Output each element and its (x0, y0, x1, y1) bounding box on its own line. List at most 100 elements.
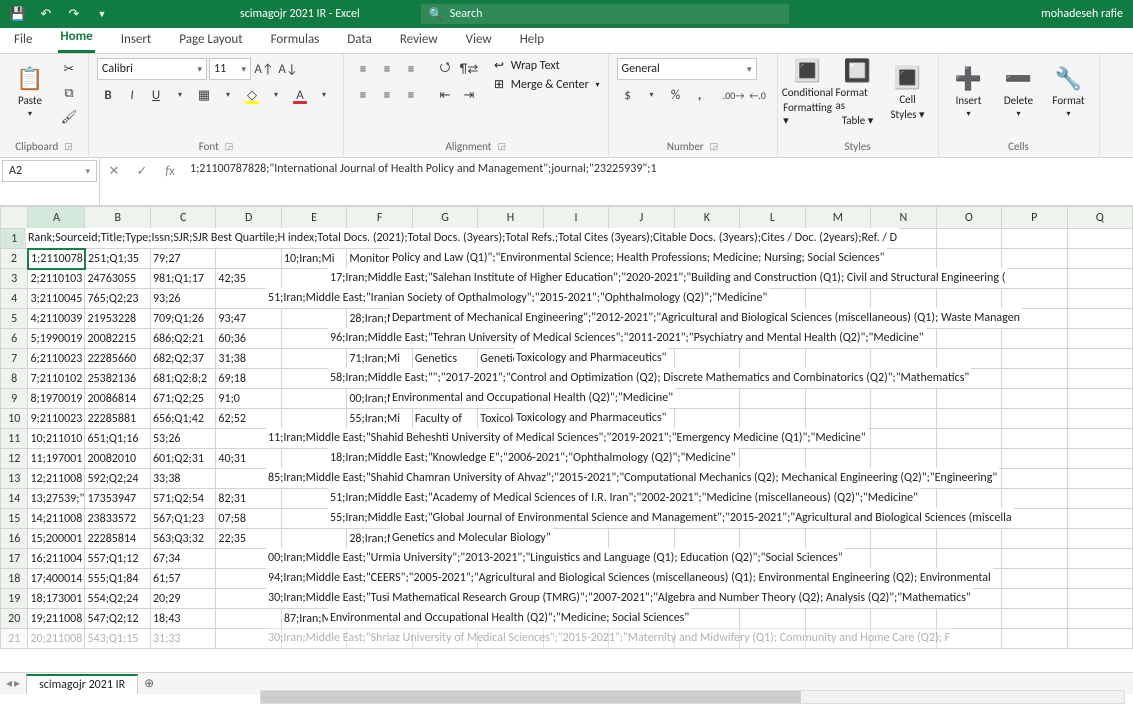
cell-F10[interactable]: 55;Iran;Mi (347, 409, 412, 429)
cell-H8[interactable] (478, 369, 543, 389)
cell-Q12[interactable] (1067, 449, 1133, 469)
cell-A11[interactable]: 10;211010 (28, 429, 85, 449)
horizontal-scrollbar[interactable] (260, 690, 1125, 704)
cell-E16[interactable] (281, 529, 346, 549)
cell-A14[interactable]: 13;27539;" (28, 489, 85, 509)
cell-L13[interactable] (740, 469, 805, 489)
cell-K2[interactable] (674, 249, 739, 269)
increase-indent-button[interactable]: ⇥ (458, 84, 480, 106)
cell-E12[interactable] (281, 449, 346, 469)
cell-D5[interactable]: 93;47 (216, 309, 281, 329)
cell-I2[interactable] (543, 249, 608, 269)
cell-G13[interactable] (412, 469, 477, 489)
cell-K21[interactable] (674, 629, 739, 649)
cell-O7[interactable] (936, 349, 1001, 369)
cell-K8[interactable] (674, 369, 739, 389)
cell-F16[interactable]: 28;Iran;Mi (347, 529, 412, 549)
cell-N8[interactable] (871, 369, 936, 389)
cell-P19[interactable] (1002, 589, 1067, 609)
cell-M5[interactable] (805, 309, 870, 329)
row-header-3[interactable]: 3 (1, 269, 28, 289)
cell-M12[interactable] (805, 449, 870, 469)
row-header-14[interactable]: 14 (1, 489, 28, 509)
cell-K17[interactable] (674, 549, 739, 569)
cell-B4[interactable]: 765;Q2;23 (85, 289, 150, 309)
cell-O10[interactable] (936, 409, 1001, 429)
decrease-indent-button[interactable]: ⇤ (434, 84, 456, 106)
cell-B20[interactable]: 547;Q2;12 (85, 609, 150, 629)
cell-Q19[interactable] (1067, 589, 1133, 609)
cell-G20[interactable] (412, 609, 477, 629)
cell-Q5[interactable] (1067, 309, 1133, 329)
align-center-button[interactable]: ≡ (376, 84, 398, 106)
cell-P4[interactable] (1002, 289, 1067, 309)
cell-M9[interactable] (805, 389, 870, 409)
cell-J12[interactable] (609, 449, 674, 469)
column-header-N[interactable]: N (871, 207, 936, 229)
cell-E14[interactable] (281, 489, 346, 509)
cell-K20[interactable] (674, 609, 739, 629)
clipboard-launcher-icon[interactable]: ◲ (64, 141, 73, 152)
formula-input[interactable]: 1;21100787828;"International Journal of … (184, 158, 1133, 205)
cell-L3[interactable] (740, 269, 805, 289)
cell-E17[interactable] (281, 549, 346, 569)
chevron-down-icon[interactable]: ▾ (217, 84, 239, 106)
cell-P12[interactable] (1002, 449, 1067, 469)
decrease-decimal-button[interactable]: ←.0 (747, 84, 769, 106)
cell-J5[interactable] (609, 309, 674, 329)
cell-H20[interactable] (478, 609, 543, 629)
cell-P20[interactable] (1002, 609, 1067, 629)
search-box[interactable]: 🔍 Search (420, 3, 790, 25)
cell-D11[interactable] (216, 429, 281, 449)
cell-D13[interactable] (216, 469, 281, 489)
comma-button[interactable]: , (689, 84, 711, 106)
row-header-19[interactable]: 19 (1, 589, 28, 609)
cell-D10[interactable]: 62;52 (216, 409, 281, 429)
row-header-9[interactable]: 9 (1, 389, 28, 409)
font-name-combo[interactable]: Calibri▾ (97, 58, 207, 80)
cell-O17[interactable] (936, 549, 1001, 569)
cell-M4[interactable] (805, 289, 870, 309)
cell-A16[interactable]: 15;200001 (28, 529, 85, 549)
cell-O5[interactable] (936, 309, 1001, 329)
row-header-7[interactable]: 7 (1, 349, 28, 369)
cell-F15[interactable] (347, 509, 412, 529)
cell-C5[interactable]: 709;Q1;26 (150, 309, 215, 329)
column-header-K[interactable]: K (674, 207, 739, 229)
cell-H21[interactable] (478, 629, 543, 649)
cell-L12[interactable] (740, 449, 805, 469)
cell-A15[interactable]: 14;211008 (28, 509, 85, 529)
cell-M2[interactable] (805, 249, 870, 269)
cell-O13[interactable] (936, 469, 1001, 489)
cell-N9[interactable] (871, 389, 936, 409)
cell-Q9[interactable] (1067, 389, 1133, 409)
cell-N12[interactable] (871, 449, 936, 469)
cell-E9[interactable] (281, 389, 346, 409)
cell-L7[interactable] (740, 349, 805, 369)
cell-J18[interactable] (609, 569, 674, 589)
cell-G6[interactable] (412, 329, 477, 349)
cell-C7[interactable]: 682;Q2;37 (150, 349, 215, 369)
row-header-5[interactable]: 5 (1, 309, 28, 329)
cell-E6[interactable] (281, 329, 346, 349)
cell-C1[interactable] (150, 229, 215, 249)
cell-M17[interactable] (805, 549, 870, 569)
cell-D12[interactable]: 40;31 (216, 449, 281, 469)
increase-font-button[interactable]: A↑ (253, 58, 275, 80)
cell-J7[interactable] (609, 349, 674, 369)
cell-G21[interactable] (412, 629, 477, 649)
cell-H4[interactable] (478, 289, 543, 309)
cell-K18[interactable] (674, 569, 739, 589)
column-header-J[interactable]: J (609, 207, 674, 229)
cell-B13[interactable]: 592;Q2;24 (85, 469, 150, 489)
cell-H15[interactable] (478, 509, 543, 529)
cell-J10[interactable] (609, 409, 674, 429)
tab-data[interactable]: Data (345, 28, 374, 53)
cell-M6[interactable] (805, 329, 870, 349)
cell-E21[interactable] (281, 629, 346, 649)
cell-O21[interactable] (936, 629, 1001, 649)
cell-O8[interactable] (936, 369, 1001, 389)
cell-A3[interactable]: 2;2110103 (28, 269, 85, 289)
scroll-thumb[interactable] (261, 691, 801, 703)
cell-I6[interactable] (543, 329, 608, 349)
